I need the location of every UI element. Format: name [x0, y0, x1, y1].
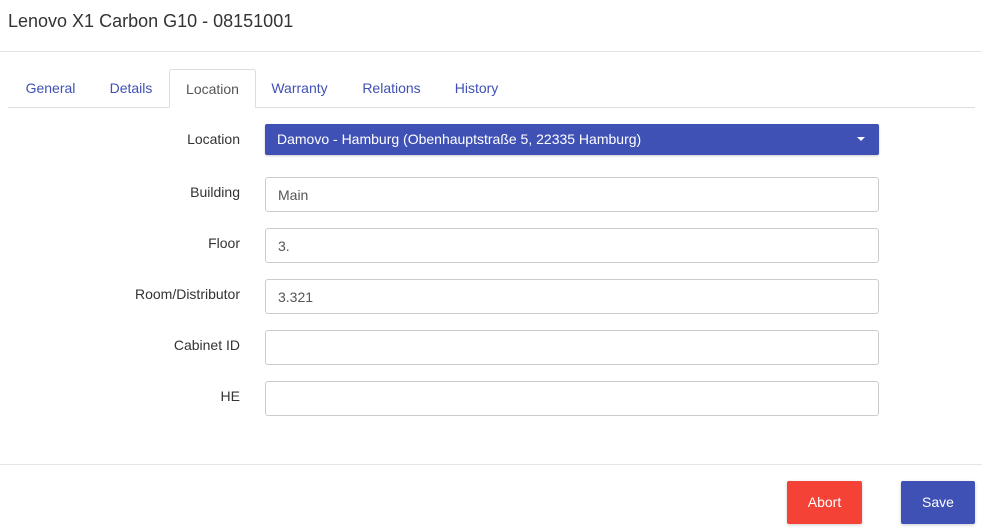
room-row: Room/Distributor — [0, 279, 982, 314]
location-select-value: Damovo - Hamburg (Obenhauptstraße 5, 223… — [277, 131, 642, 147]
tab-location[interactable]: Location — [169, 69, 256, 108]
location-select[interactable]: Damovo - Hamburg (Obenhauptstraße 5, 223… — [265, 124, 879, 155]
building-row: Building — [0, 177, 982, 212]
floor-input[interactable] — [265, 228, 879, 263]
tab-relations[interactable]: Relations — [343, 69, 440, 107]
he-input[interactable] — [265, 381, 879, 416]
save-button[interactable]: Save — [901, 481, 975, 524]
tab-history[interactable]: History — [440, 69, 513, 107]
tab-general[interactable]: General — [8, 69, 93, 107]
cabinet-row: Cabinet ID — [0, 330, 982, 365]
floor-row: Floor — [0, 228, 982, 263]
room-input[interactable] — [265, 279, 879, 314]
abort-button[interactable]: Abort — [787, 481, 862, 524]
cabinet-input[interactable] — [265, 330, 879, 365]
room-label: Room/Distributor — [134, 286, 240, 302]
caret-down-icon — [857, 137, 865, 141]
cabinet-label: Cabinet ID — [173, 337, 240, 353]
page-title: Lenovo X1 Carbon G10 - 08151001 — [8, 11, 294, 31]
tab-details[interactable]: Details — [93, 69, 169, 107]
tab-bar: General Details Location Warranty Relati… — [8, 69, 975, 108]
location-label: Location — [187, 131, 240, 147]
he-label: HE — [220, 388, 240, 404]
tab-warranty[interactable]: Warranty — [256, 69, 343, 107]
building-input[interactable] — [265, 177, 879, 212]
floor-label: Floor — [208, 235, 240, 251]
building-label: Building — [190, 184, 240, 200]
he-row: HE — [0, 381, 982, 416]
dialog-header: Lenovo X1 Carbon G10 - 08151001 — [0, 0, 982, 52]
location-row: Location Damovo - Hamburg (Obenhauptstra… — [0, 124, 982, 159]
